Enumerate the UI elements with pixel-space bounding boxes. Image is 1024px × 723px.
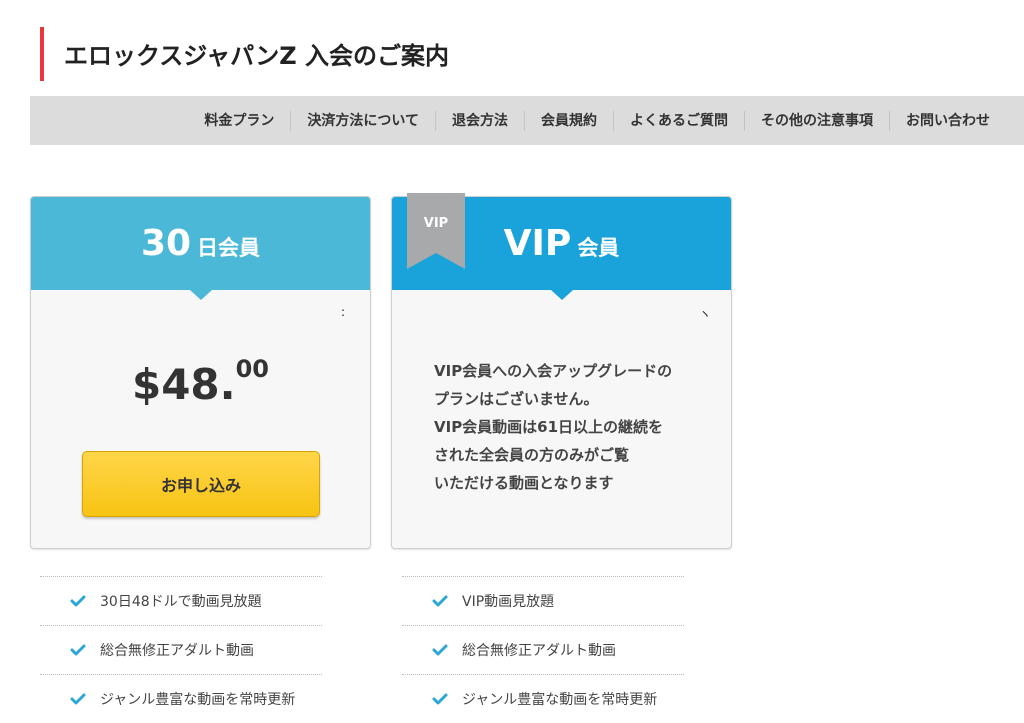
nav-item-faq[interactable]: よくあるご質問 [613, 110, 744, 131]
feature-item: VIP動画見放題 [402, 576, 684, 625]
page-title: エロックスジャパンZ 入会のご案内 [64, 42, 450, 70]
feature-item: 総合無修正アダルト動画 [40, 625, 322, 674]
feature-item: 総合無修正アダルト動画 [402, 625, 684, 674]
price-cents: 00 [235, 355, 270, 383]
apply-button[interactable]: お申し込み [82, 451, 320, 517]
nav-item-notes[interactable]: その他の注意事項 [744, 110, 889, 131]
vip-label: 会員 [577, 235, 620, 260]
vip-text-line: された全会員の方のみがご覧 [434, 446, 630, 464]
vip-text-line: VIP会員動画は61日以上の継続を [434, 418, 664, 436]
feature-text: 総合無修正アダルト動画 [462, 643, 616, 659]
feature-item: ジャンル豊富な動画を常時更新 [402, 674, 684, 723]
check-icon [432, 644, 448, 656]
plan-card-30day: 30 日会員 : $48.00 お申し込み [30, 196, 371, 549]
vip-text-line: VIP会員への入会アップグレードの [434, 362, 673, 380]
plan-header-30day: 30 日会員 [31, 197, 370, 300]
check-icon [70, 595, 86, 607]
nav-item-pricing[interactable]: 料金プラン [188, 111, 290, 131]
feature-text: VIP動画見放題 [462, 594, 555, 610]
feature-item: 30日48ドルで動画見放題 [40, 576, 322, 625]
nav-item-payment[interactable]: 決済方法について [290, 110, 435, 131]
check-icon [432, 595, 448, 607]
feature-list-30day: 30日48ドルで動画見放題 総合無修正アダルト動画 ジャンル豊富な動画を常時更新 [40, 576, 322, 723]
feature-text: ジャンル豊富な動画を常時更新 [462, 692, 658, 708]
nav-bar: 料金プラン 決済方法について 退会方法 会員規約 よくあるご質問 その他の注意事… [30, 96, 1024, 145]
vip-description: VIP会員への入会アップグレードの プランはございません。 VIP会員動画は61… [434, 357, 724, 497]
title-accent-bar [40, 27, 44, 81]
nav-item-terms[interactable]: 会員規約 [524, 110, 613, 131]
stray-mark-vip: ヽ [699, 307, 712, 321]
vip-text-line: いただける動画となります [434, 474, 614, 492]
nav-item-cancel[interactable]: 退会方法 [435, 110, 524, 131]
check-icon [70, 644, 86, 656]
check-icon [70, 693, 86, 705]
nav-item-contact[interactable]: お問い合わせ [889, 110, 1006, 131]
feature-text: 総合無修正アダルト動画 [100, 643, 254, 659]
stray-mark: : [341, 305, 346, 319]
feature-list-vip: VIP動画見放題 総合無修正アダルト動画 ジャンル豊富な動画を常時更新 [402, 576, 684, 723]
check-icon [432, 693, 448, 705]
vip-ribbon-label: VIP [424, 216, 448, 231]
feature-text: ジャンル豊富な動画を常時更新 [100, 692, 296, 708]
price-main: $48. [131, 360, 236, 409]
plan-price: $48.00 [31, 355, 370, 409]
vip-ribbon-icon: VIP [407, 193, 465, 269]
vip-text-line: プランはございません。 [434, 390, 599, 408]
vip-name: VIP [503, 223, 572, 264]
plan-days: 30 [140, 223, 192, 264]
plan-label: 日会員 [197, 235, 261, 260]
feature-text: 30日48ドルで動画見放題 [100, 594, 262, 610]
feature-item: ジャンル豊富な動画を常時更新 [40, 674, 322, 723]
nav-list: 料金プラン 決済方法について 退会方法 会員規約 よくあるご質問 その他の注意事… [188, 96, 1006, 145]
plan-card-vip: VIP 会員 VIP ヽ VIP会員への入会アップグレードの プランはございませ… [391, 193, 732, 549]
